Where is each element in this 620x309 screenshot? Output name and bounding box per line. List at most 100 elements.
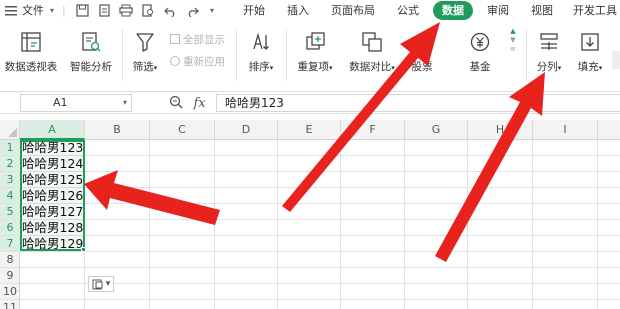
smart-analysis-button[interactable]: 智能分析: [66, 29, 116, 74]
pivot-table-button[interactable]: 数据透视表: [4, 29, 58, 74]
split-columns-button[interactable]: 分列▾: [532, 29, 566, 74]
tab-home[interactable]: 开始: [243, 0, 265, 21]
duplicates-button[interactable]: 重复项▾: [292, 29, 338, 74]
show-all-label: 全部显示: [183, 34, 225, 46]
fund-icon: [462, 29, 498, 55]
file-menu-chevron-icon[interactable]: ▾: [50, 0, 54, 21]
scroll-down-icon[interactable]: ▼: [510, 36, 516, 45]
column-header-g[interactable]: G: [405, 120, 468, 140]
show-all-icon: [170, 34, 180, 44]
reapply-label: 重新应用: [183, 56, 225, 68]
fund-label: 基金: [469, 61, 491, 73]
name-box-value: A1: [53, 96, 68, 109]
row-header[interactable]: 3: [0, 172, 20, 188]
scroll-up-icon[interactable]: ▲: [510, 27, 516, 36]
column-header-c[interactable]: C: [150, 120, 215, 140]
reapply-button[interactable]: 重新应用: [170, 54, 225, 69]
row-header[interactable]: 5: [0, 204, 20, 220]
gridline: [20, 155, 620, 156]
zoom-search-icon[interactable]: [168, 94, 184, 113]
cell-a3[interactable]: 哈哈男125: [22, 172, 83, 188]
save-icon[interactable]: [74, 2, 90, 19]
stock-button[interactable]: 股票: [404, 29, 440, 74]
column-header-next[interactable]: [598, 120, 620, 140]
show-all-button[interactable]: 全部显示: [170, 32, 225, 47]
ribbon-divider: [286, 29, 287, 81]
cell-a6[interactable]: 哈哈男128: [22, 220, 83, 236]
ribbon: 数据透视表 智能分析 筛选▾ 全部显示 重新应用 排序▾ 重复项▾ 数据对比▾ …: [0, 21, 620, 92]
menu-bar: 文件 ▾ | ▾ 开始 插入 页面布局 公式 数据 审阅 视图 开发工具: [0, 0, 620, 21]
select-all-corner[interactable]: [0, 120, 20, 140]
cell-a1[interactable]: 哈哈男123: [22, 140, 83, 156]
ribbon-overflow[interactable]: [612, 51, 620, 69]
cell-a7[interactable]: 哈哈男129: [22, 236, 83, 252]
tab-view[interactable]: 视图: [531, 0, 553, 21]
column-header-f[interactable]: F: [341, 120, 405, 140]
tab-developer[interactable]: 开发工具: [573, 0, 617, 21]
fill-button[interactable]: 填充▾: [572, 29, 608, 74]
ribbon-divider: [236, 29, 237, 81]
row-header[interactable]: 11: [0, 300, 20, 309]
row-header[interactable]: 2: [0, 156, 20, 172]
row-header[interactable]: 10: [0, 284, 20, 300]
row-header[interactable]: 7: [0, 236, 20, 252]
paste-options-icon: [92, 279, 103, 289]
data-compare-button[interactable]: 数据对比▾: [344, 29, 400, 74]
row-header[interactable]: 9: [0, 268, 20, 284]
expand-gallery-icon[interactable]: ≡: [510, 45, 516, 54]
gridline: [20, 203, 620, 204]
export-pdf-icon[interactable]: [96, 2, 112, 19]
smart-analysis-label: 智能分析: [70, 61, 112, 73]
gridline: [20, 251, 620, 252]
print-preview-icon[interactable]: [140, 2, 156, 19]
stock-icon: [404, 29, 440, 55]
column-header-a[interactable]: A: [20, 120, 85, 140]
row-header[interactable]: 1: [0, 140, 20, 156]
split-columns-icon: [532, 29, 566, 55]
column-header-d[interactable]: D: [215, 120, 278, 140]
row-header[interactable]: 6: [0, 220, 20, 236]
print-icon[interactable]: [118, 2, 134, 19]
file-menu[interactable]: 文件: [22, 0, 44, 21]
tab-formulas[interactable]: 公式: [397, 0, 419, 21]
filter-button[interactable]: 筛选▾: [126, 29, 164, 74]
tab-data[interactable]: 数据: [433, 1, 473, 20]
column-header-b[interactable]: B: [85, 120, 150, 140]
column-header-h[interactable]: H: [468, 120, 533, 140]
fund-button[interactable]: 基金: [462, 29, 498, 74]
cell-a5[interactable]: 哈哈男127: [22, 204, 83, 220]
formula-input[interactable]: 哈哈男123: [216, 94, 620, 112]
name-box[interactable]: A1 ▾: [20, 94, 132, 112]
undo-icon[interactable]: [162, 2, 178, 19]
tab-page-layout[interactable]: 页面布局: [331, 0, 375, 21]
fill-handle[interactable]: [81, 247, 86, 252]
column-header-e[interactable]: E: [278, 120, 341, 140]
smart-analysis-icon: [66, 29, 116, 55]
tab-review[interactable]: 审阅: [487, 0, 509, 21]
cell-a2[interactable]: 哈哈男124: [22, 156, 83, 172]
fx-icon[interactable]: fx: [194, 96, 206, 111]
paste-options-button[interactable]: ▾: [88, 276, 114, 292]
sort-button[interactable]: 排序▾: [242, 29, 280, 74]
cell-a4[interactable]: 哈哈男126: [22, 188, 83, 204]
row-header[interactable]: 4: [0, 188, 20, 204]
tab-insert[interactable]: 插入: [287, 0, 309, 21]
fill-label: 填充▾: [577, 61, 603, 73]
redo-icon[interactable]: [184, 2, 200, 19]
cell-area[interactable]: 哈哈男123 哈哈男124 哈哈男125 哈哈男126 哈哈男127 哈哈男12…: [20, 140, 620, 309]
stock-label: 股票: [411, 61, 433, 73]
gridline: [20, 235, 620, 236]
quick-access-chevron-icon[interactable]: ▾: [206, 2, 218, 19]
fill-icon: [572, 29, 608, 55]
name-box-chevron-icon[interactable]: ▾: [123, 95, 127, 111]
gridline: [20, 187, 620, 188]
column-header-i[interactable]: I: [533, 120, 598, 140]
row-header[interactable]: 8: [0, 252, 20, 268]
filter-icon: [126, 29, 164, 55]
spreadsheet-grid: A B C D E F G H I 1 2 3 4 5 6 7 8 9 10 1…: [0, 120, 620, 309]
gallery-scroll[interactable]: ▲ ▼ ≡: [510, 27, 516, 54]
paste-options-chevron-icon: ▾: [105, 279, 111, 289]
split-columns-label: 分列▾: [536, 61, 562, 73]
ribbon-divider: [122, 29, 123, 81]
menu-icon[interactable]: [4, 0, 18, 21]
